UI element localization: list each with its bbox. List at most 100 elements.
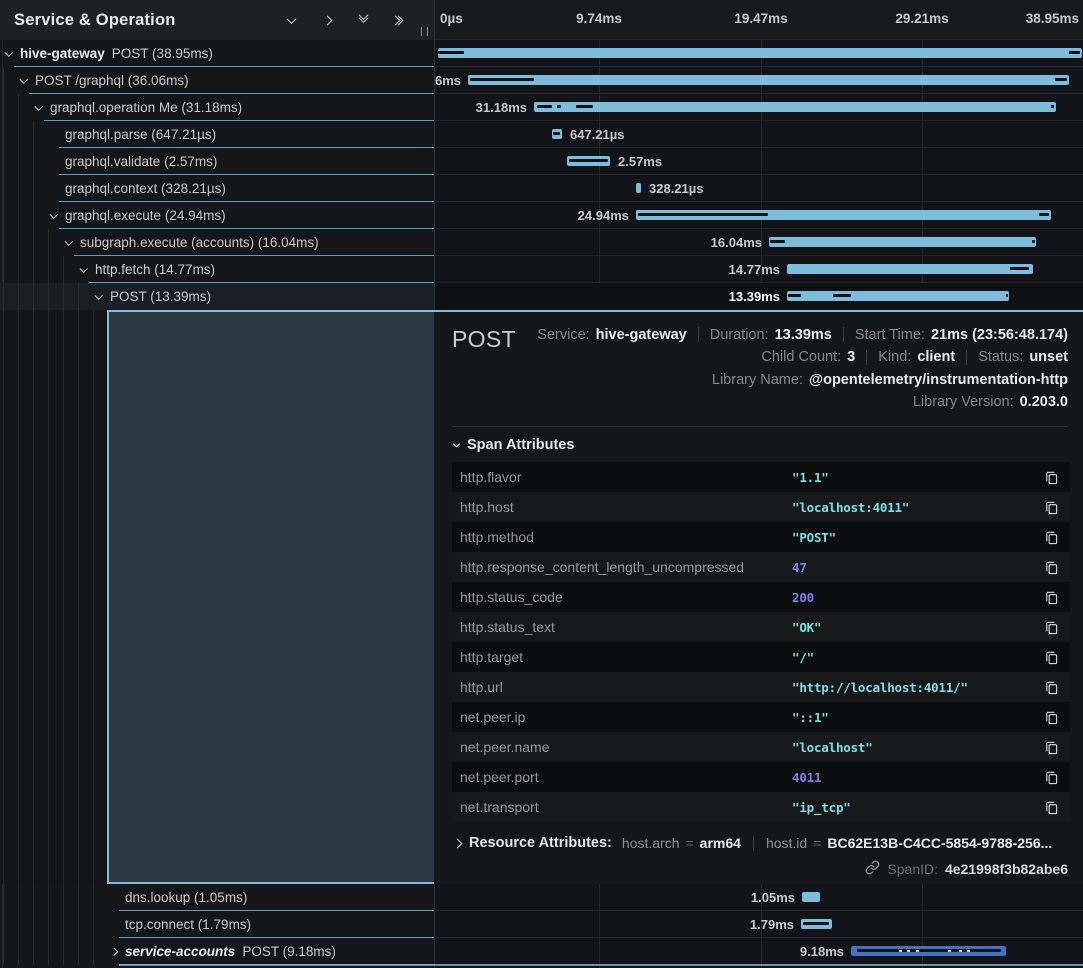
child-span-mark: [803, 922, 829, 925]
panel-resize-grip[interactable]: [421, 27, 428, 36]
timeline-row[interactable]: 31.18ms: [435, 94, 1083, 121]
attribute-row: http.method"POST": [452, 522, 1070, 552]
span-row[interactable]: subgraph.execute (accounts) (16.04ms): [0, 229, 434, 256]
span-bar[interactable]: [802, 892, 820, 902]
attribute-value: "::1": [792, 710, 1042, 725]
chevron-down-icon[interactable]: [81, 267, 95, 273]
child-span-mark: [1051, 105, 1054, 108]
attribute-row: http.status_code200: [452, 582, 1070, 612]
copy-icon[interactable]: [1042, 470, 1060, 485]
span-row[interactable]: POST /graphql (36.06ms): [0, 67, 434, 94]
resource-attributes-row[interactable]: Resource Attributes: host.arch = arm64 h…: [454, 835, 1068, 851]
span-row[interactable]: graphql.execute (24.94ms): [0, 202, 434, 229]
chevron-down-icon[interactable]: [21, 78, 35, 84]
span-attributes-toggle[interactable]: Span Attributes: [454, 437, 1068, 453]
copy-icon[interactable]: [1042, 770, 1060, 785]
span-bar[interactable]: [787, 291, 1009, 301]
operation-name: graphql.execute (24.94ms): [65, 208, 226, 223]
meta-value: 13.39ms: [775, 327, 832, 343]
span-bar[interactable]: [787, 264, 1033, 274]
span-bar[interactable]: [851, 946, 1006, 956]
operation-name: subgraph.execute (accounts) (16.04ms): [80, 235, 319, 250]
copy-icon[interactable]: [1042, 800, 1060, 815]
span-bar[interactable]: [534, 102, 1056, 112]
span-bar[interactable]: [636, 210, 1051, 220]
span-bar[interactable]: [801, 919, 832, 929]
indent-guides: [0, 283, 80, 310]
span-row[interactable]: graphql.operation Me (31.18ms): [0, 94, 434, 121]
chevron-down-icon[interactable]: [66, 240, 80, 246]
expand-all-icon[interactable]: [392, 13, 406, 27]
span-bar[interactable]: [438, 48, 1082, 58]
operation-name: POST (13.39ms): [110, 289, 211, 304]
timeline-row[interactable]: 14.77ms: [435, 256, 1083, 283]
left-panel-header: Service & Operation: [0, 0, 434, 40]
span-bar[interactable]: [636, 183, 641, 193]
span-id-row: SpanID: 4e21998f3b82abe6: [452, 860, 1068, 878]
span-row[interactable]: graphql.context (328.21µs): [0, 175, 434, 202]
resource-key: host.arch: [622, 835, 680, 851]
indent-guides: [0, 202, 35, 229]
span-row[interactable]: tcp.connect (1.79ms): [0, 911, 434, 938]
span-row[interactable]: http.fetch (14.77ms): [0, 256, 434, 283]
span-bar[interactable]: [552, 129, 562, 139]
timeline-row[interactable]: 24.94ms: [435, 202, 1083, 229]
copy-icon[interactable]: [1042, 680, 1060, 695]
span-row[interactable]: graphql.validate (2.57ms): [0, 148, 434, 175]
resource-value: BC62E13B-C4CC-5854-9788-256...: [827, 835, 1052, 851]
meta-label: Status:: [978, 349, 1023, 365]
timeline-row[interactable]: [435, 40, 1083, 67]
expand-one-icon[interactable]: [320, 13, 334, 27]
copy-icon[interactable]: [1042, 620, 1060, 635]
copy-icon[interactable]: [1042, 500, 1060, 515]
timeline-row[interactable]: 1.79ms: [435, 911, 1083, 938]
meta-value: hive-gateway: [596, 327, 687, 343]
timeline-row[interactable]: 2.57ms: [435, 148, 1083, 175]
copy-icon[interactable]: [1042, 530, 1060, 545]
timeline-row[interactable]: 1.05ms: [435, 884, 1083, 911]
timeline-row[interactable]: 647.21µs: [435, 121, 1083, 148]
copy-icon[interactable]: [1042, 650, 1060, 665]
span-bar[interactable]: [769, 237, 1036, 247]
span-row[interactable]: POST (13.39ms): [0, 283, 434, 310]
indent-guides: [0, 67, 5, 94]
collapse-all-icon[interactable]: [356, 13, 370, 27]
link-icon[interactable]: [865, 860, 880, 878]
chevron-down-icon[interactable]: [51, 213, 65, 219]
attribute-key: http.status_code: [460, 589, 792, 605]
span-row[interactable]: service-accountsPOST (9.18ms): [0, 938, 434, 965]
timeline-row[interactable]: 6ms: [435, 67, 1083, 94]
timeline-row[interactable]: 16.04ms: [435, 229, 1083, 256]
chevron-down-icon[interactable]: [6, 51, 20, 57]
indent-guides: [0, 911, 95, 938]
chevron-right-icon[interactable]: [111, 949, 125, 955]
span-row[interactable]: dns.lookup (1.05ms): [0, 884, 434, 911]
span-bar[interactable]: [468, 75, 1069, 85]
attribute-key: http.target: [460, 649, 792, 665]
attribute-row: http.url"http://localhost:4011/": [452, 672, 1070, 702]
timeline-row[interactable]: 9.18ms: [435, 938, 1083, 965]
event-dot: [907, 950, 910, 952]
meta-line: Service:hive-gatewayDuration:13.39msStar…: [516, 324, 1068, 346]
copy-icon[interactable]: [1042, 710, 1060, 725]
meta-value: 3: [847, 349, 855, 365]
attribute-value: "POST": [792, 530, 1042, 545]
span-bar[interactable]: [567, 156, 610, 166]
span-row[interactable]: hive-gatewayPOST (38.95ms): [0, 40, 434, 67]
duration-label: 647.21µs: [570, 127, 624, 142]
service-name: hive-gateway: [20, 46, 105, 61]
collapse-one-icon[interactable]: [284, 13, 298, 27]
timeline-row[interactable]: 13.39ms: [435, 283, 1083, 310]
copy-icon[interactable]: [1042, 560, 1060, 575]
trace-viewer: Service & Operation hive-gatewayPOST (38…: [0, 0, 1083, 968]
timeline-row[interactable]: 328.21µs: [435, 175, 1083, 202]
copy-icon[interactable]: [1042, 590, 1060, 605]
chevron-down-icon[interactable]: [36, 105, 50, 111]
span-row[interactable]: graphql.parse (647.21µs): [0, 121, 434, 148]
copy-icon[interactable]: [1042, 740, 1060, 755]
meta-label: Child Count:: [761, 349, 841, 365]
chevron-down-icon[interactable]: [96, 294, 110, 300]
attribute-key: net.peer.ip: [460, 709, 792, 725]
attribute-value: "1.1": [792, 470, 1042, 485]
indent-guides: [0, 884, 95, 911]
